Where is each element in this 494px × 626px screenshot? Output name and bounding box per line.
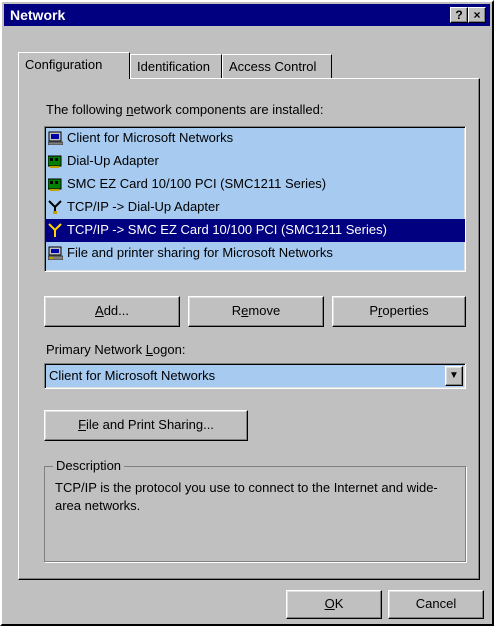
close-button[interactable]: × <box>468 7 486 23</box>
tab-label: Configuration <box>25 57 103 72</box>
components-heading: The following network components are ins… <box>46 102 324 117</box>
list-item[interactable]: TCP/IP -> Dial-Up Adapter <box>45 196 465 219</box>
description-title: Description <box>53 458 125 473</box>
tab-access-control[interactable]: Access Control <box>222 54 332 78</box>
add-button[interactable]: Add... <box>44 296 180 327</box>
adapter-icon <box>48 178 62 191</box>
cancel-button[interactable]: Cancel <box>388 590 484 619</box>
service-icon <box>48 246 63 260</box>
help-button[interactable]: ? <box>450 7 468 23</box>
client-icon <box>48 131 63 145</box>
properties-button[interactable]: Properties <box>332 296 466 327</box>
list-item[interactable]: File and printer sharing for Microsoft N… <box>45 242 465 265</box>
description-group: Description TCP/IP is the protocol you u… <box>44 458 466 562</box>
remove-button[interactable]: Remove <box>188 296 324 327</box>
file-print-sharing-button[interactable]: File and Print Sharing... <box>44 410 248 441</box>
tab-label: Access Control <box>229 59 317 74</box>
list-item[interactable]: SMC EZ Card 10/100 PCI (SMC1211 Series) <box>45 173 465 196</box>
tab-label: Identification <box>137 59 210 74</box>
window-title: Network <box>10 7 66 23</box>
title-bar[interactable]: Network ? × <box>4 4 490 26</box>
protocol-icon <box>48 223 62 237</box>
protocol-icon <box>48 200 62 214</box>
list-item[interactable]: Dial-Up Adapter <box>45 150 465 173</box>
list-item[interactable]: TCP/IP -> SMC EZ Card 10/100 PCI (SMC121… <box>45 219 465 242</box>
network-dialog: Network ? × Configuration Identification… <box>0 0 494 626</box>
chevron-down-icon[interactable]: ▼ <box>445 366 463 386</box>
components-list[interactable]: Client for Microsoft Networks Dial-Up Ad… <box>44 126 466 272</box>
tab-identification[interactable]: Identification <box>130 54 222 78</box>
list-item[interactable]: Client for Microsoft Networks <box>45 127 465 150</box>
description-text: TCP/IP is the protocol you use to connec… <box>55 480 438 513</box>
logon-selected-value: Client for Microsoft Networks <box>49 368 216 383</box>
tab-configuration[interactable]: Configuration <box>18 52 130 79</box>
ok-button[interactable]: OK <box>286 590 382 619</box>
adapter-icon <box>48 155 62 168</box>
logon-select[interactable]: Client for Microsoft Networks ▼ <box>44 363 466 389</box>
logon-label: Primary Network Logon: <box>46 342 186 357</box>
